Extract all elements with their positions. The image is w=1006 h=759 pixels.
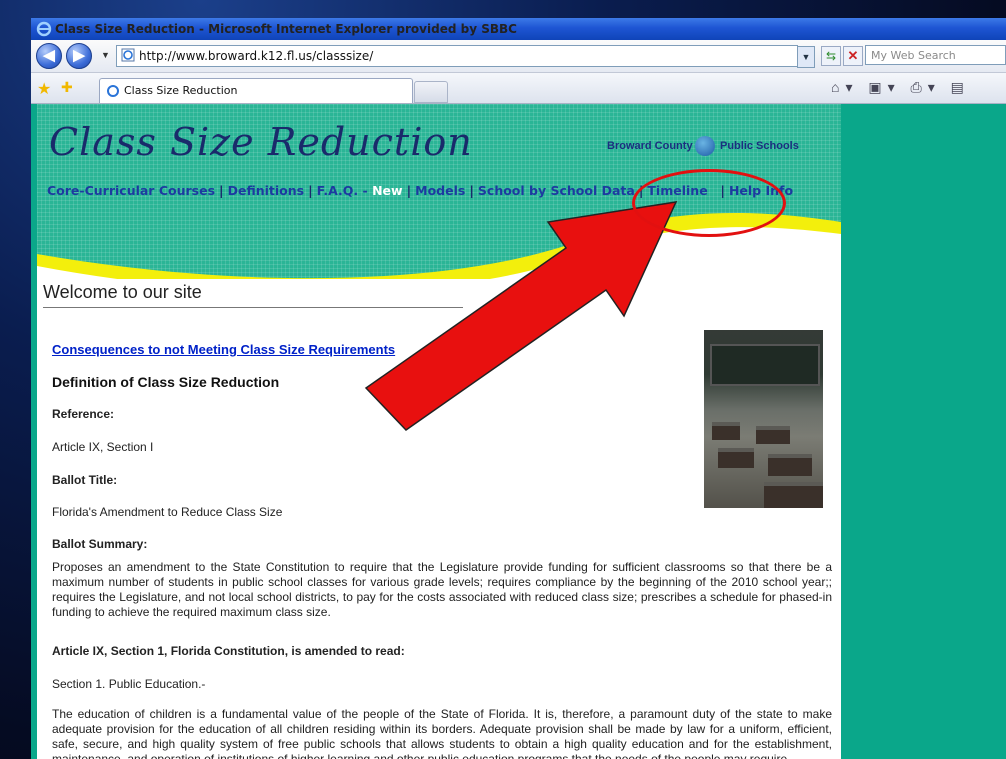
red-arrow-annotation (364, 201, 678, 431)
help-info-highlight-circle (632, 169, 786, 237)
